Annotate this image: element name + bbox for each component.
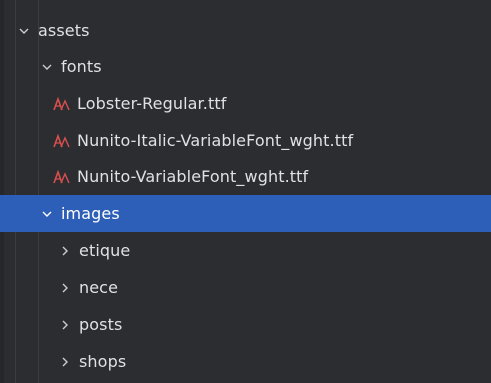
tree-item-label: etique xyxy=(79,241,131,260)
chevron-right-icon[interactable] xyxy=(57,354,73,370)
font-file-icon xyxy=(53,96,71,112)
tree-item-nunito-font[interactable]: Nunito-VariableFont_wght.ttf xyxy=(0,158,491,195)
tree-item-posts[interactable]: posts xyxy=(0,306,491,343)
tree-item-label: posts xyxy=(79,315,123,334)
font-file-icon xyxy=(53,169,71,185)
tree-item-label: nece xyxy=(79,278,119,297)
tree-item-assets[interactable]: assets xyxy=(0,12,491,49)
chevron-down-icon[interactable] xyxy=(39,206,55,222)
tree-item-label: Nunito-Italic-VariableFont_wght.ttf xyxy=(77,131,354,150)
tree-item-etique[interactable]: etique xyxy=(0,232,491,269)
tree-item-label: fonts xyxy=(61,57,102,76)
tree-item-label: images xyxy=(61,204,120,223)
tree-item-nece[interactable]: nece xyxy=(0,269,491,306)
font-file-icon xyxy=(53,133,71,149)
tree-item-label: Lobster-Regular.ttf xyxy=(77,94,227,113)
tree-item-nunito-italic-font[interactable]: Nunito-Italic-VariableFont_wght.ttf xyxy=(0,122,491,159)
chevron-right-icon[interactable] xyxy=(57,243,73,259)
chevron-down-icon[interactable] xyxy=(39,59,55,75)
tree-item-shops[interactable]: shops xyxy=(0,343,491,380)
tree-item-fonts[interactable]: fonts xyxy=(0,48,491,85)
tree-item-label: shops xyxy=(79,352,127,371)
chevron-right-icon[interactable] xyxy=(57,280,73,296)
tree-item-label: Nunito-VariableFont_wght.ttf xyxy=(77,167,309,186)
tree-item-label: assets xyxy=(38,21,90,40)
tree-item-images[interactable]: images xyxy=(0,195,491,232)
tree-item-lobster-font[interactable]: Lobster-Regular.ttf xyxy=(0,85,491,122)
chevron-right-icon[interactable] xyxy=(57,317,73,333)
chevron-down-icon[interactable] xyxy=(16,23,32,39)
project-tree: assets fonts Lobster-Regular.ttf Nunito-… xyxy=(0,0,491,383)
